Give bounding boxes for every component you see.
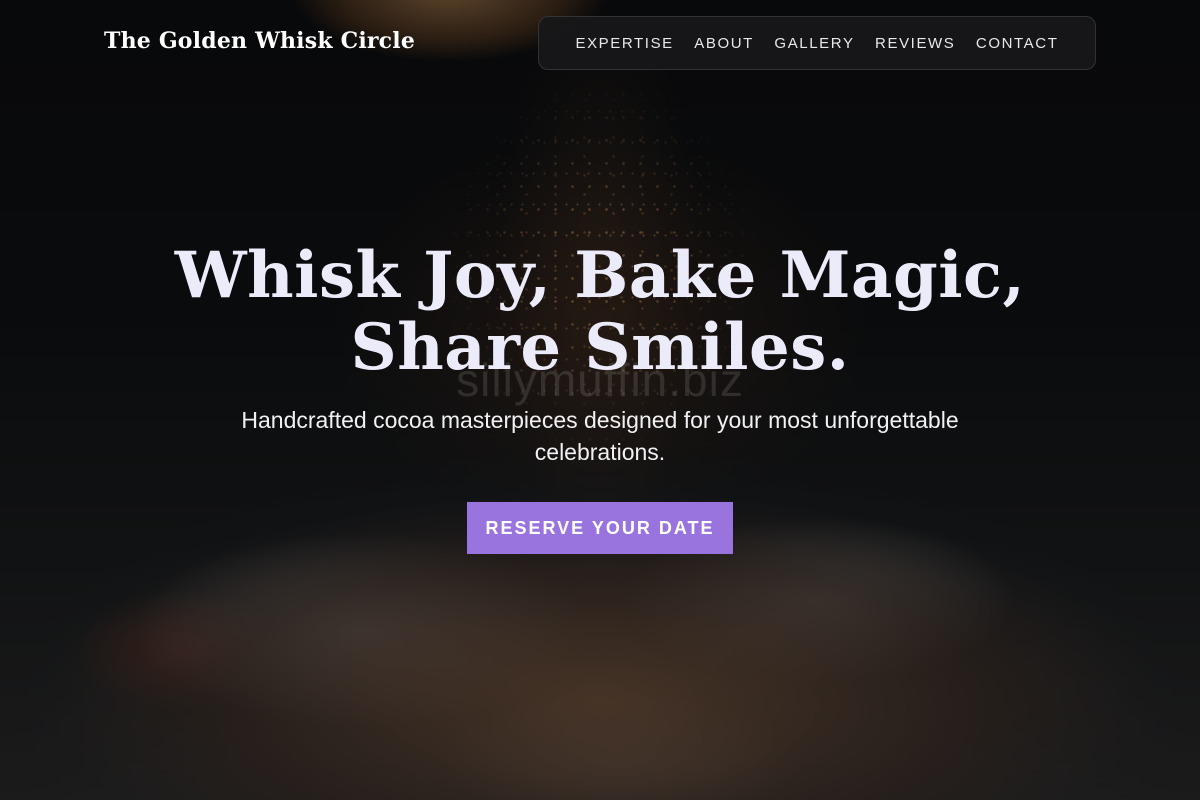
hero-title-line-1: Whisk Joy, Bake Magic,: [174, 238, 1026, 313]
reserve-date-button[interactable]: RESERVE YOUR DATE: [467, 502, 733, 554]
nav-item-gallery[interactable]: GALLERY: [774, 35, 854, 52]
hero-section: Whisk Joy, Bake Magic, Share Smiles. sil…: [0, 240, 1200, 554]
nav-item-contact[interactable]: CONTACT: [976, 35, 1059, 52]
site-logo[interactable]: The Golden Whisk Circle: [104, 28, 415, 54]
nav-item-reviews[interactable]: REVIEWS: [875, 35, 955, 52]
nav-item-about[interactable]: ABOUT: [694, 35, 754, 52]
main-nav: EXPERTISE ABOUT GALLERY REVIEWS CONTACT: [538, 16, 1096, 70]
hero-subtitle: sillymuffin.biz Handcrafted cocoa master…: [190, 357, 1010, 468]
watermark: sillymuffin.biz: [456, 354, 744, 406]
hero-subtitle-text: Handcrafted cocoa masterpieces designed …: [241, 407, 959, 465]
nav-item-expertise[interactable]: EXPERTISE: [575, 35, 673, 52]
